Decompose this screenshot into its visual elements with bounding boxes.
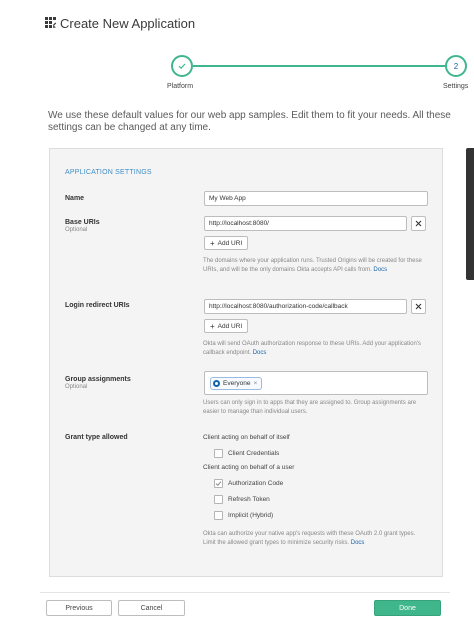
grant-option-client-credentials[interactable]: Client Credentials xyxy=(214,448,279,458)
close-icon xyxy=(415,303,422,310)
grant-option-authorization-code[interactable]: Authorization Code xyxy=(214,478,283,488)
page-title: Create New Application xyxy=(60,15,196,31)
client-credentials-checkbox[interactable] xyxy=(214,448,223,458)
group-assignments-help: Users can only sign in to apps that they… xyxy=(203,400,417,415)
grant-type-label: Grant type allowed xyxy=(65,434,128,441)
group-icon xyxy=(213,380,220,387)
checkmark-icon xyxy=(178,63,186,70)
group-assignments-input[interactable]: Everyone × xyxy=(204,371,428,395)
group-tag-label: Everyone xyxy=(223,380,251,387)
base-uri-value: http://localhost:8080/ xyxy=(209,220,269,227)
checkmark-icon xyxy=(215,480,222,486)
wizard-stepper: 2 Platform Settings xyxy=(0,54,474,94)
footer-divider xyxy=(40,592,450,593)
add-login-redirect-label: Add URI xyxy=(217,322,243,330)
plus-icon: + xyxy=(210,321,215,331)
grant-itself-heading: Client acting on behalf of itself xyxy=(203,434,290,441)
grant-option-implicit-hybrid[interactable]: Implicit (Hybrid) xyxy=(214,510,273,520)
step-platform[interactable] xyxy=(171,55,193,77)
grant-option-refresh-token[interactable]: Refresh Token xyxy=(214,494,270,504)
base-uris-optional: Optional xyxy=(65,227,88,233)
step-settings[interactable]: 2 xyxy=(445,55,467,77)
client-credentials-label: Client Credentials xyxy=(228,449,280,457)
application-settings-panel: APPLICATION SETTINGS Name My Web App Bas… xyxy=(49,148,443,577)
grant-user-heading: Client acting on behalf of a user xyxy=(203,464,295,471)
remove-base-uri-button[interactable] xyxy=(411,216,426,231)
grant-type-help: Okta can authorize your native app's req… xyxy=(203,531,416,546)
name-label: Name xyxy=(65,195,85,202)
refresh-token-label: Refresh Token xyxy=(228,495,270,503)
login-redirect-help: Okta will send OAuth authorization respo… xyxy=(203,341,421,356)
login-redirect-value: http://localhost:8080/authorization-code… xyxy=(209,303,348,310)
name-input[interactable]: My Web App xyxy=(204,191,428,206)
group-assignments-optional: Optional xyxy=(65,384,88,390)
step-number: 2 xyxy=(453,61,459,71)
section-title: APPLICATION SETTINGS xyxy=(65,169,152,176)
step-label-platform: Platform xyxy=(167,83,194,90)
intro-text: We use these default values for our web … xyxy=(48,110,451,133)
close-icon xyxy=(415,220,422,227)
add-base-uri-button[interactable]: + Add URI xyxy=(204,236,249,250)
done-button[interactable]: Done xyxy=(374,600,441,616)
base-uri-input[interactable]: http://localhost:8080/ xyxy=(204,216,407,231)
authorization-code-checkbox[interactable] xyxy=(214,478,223,488)
step-label-settings: Settings xyxy=(443,83,469,90)
previous-button[interactable]: Previous xyxy=(46,600,112,616)
group-assignments-label: Group assignments Optional xyxy=(65,376,131,390)
side-feedback-tab[interactable] xyxy=(466,148,474,280)
remove-tag-icon[interactable]: × xyxy=(253,380,257,387)
remove-login-redirect-button[interactable] xyxy=(411,299,426,314)
wizard-footer: Previous Cancel Done xyxy=(0,592,474,620)
page-header: Create New Application xyxy=(45,14,195,32)
name-value: My Web App xyxy=(209,195,246,202)
stepper-progress-line xyxy=(193,65,445,67)
grant-type-docs-link[interactable]: Docs xyxy=(351,540,365,546)
app-grid-icon xyxy=(45,17,57,29)
add-base-uri-label: Add URI xyxy=(217,239,243,247)
refresh-token-checkbox[interactable] xyxy=(214,494,223,504)
authorization-code-label: Authorization Code xyxy=(228,479,284,487)
implicit-hybrid-checkbox[interactable] xyxy=(214,510,223,520)
login-redirect-docs-link[interactable]: Docs xyxy=(253,350,267,356)
cancel-button[interactable]: Cancel xyxy=(118,600,185,616)
implicit-hybrid-label: Implicit (Hybrid) xyxy=(228,511,274,519)
add-login-redirect-button[interactable]: + Add URI xyxy=(204,319,249,333)
group-tag-everyone[interactable]: Everyone × xyxy=(210,377,263,390)
login-redirect-label: Login redirect URIs xyxy=(65,302,130,309)
base-uris-label: Base URIs Optional xyxy=(65,219,100,233)
plus-icon: + xyxy=(210,238,215,248)
login-redirect-input[interactable]: http://localhost:8080/authorization-code… xyxy=(204,299,407,314)
base-uris-help: The domains where your application runs.… xyxy=(203,258,422,273)
base-uris-docs-link[interactable]: Docs xyxy=(373,267,387,273)
